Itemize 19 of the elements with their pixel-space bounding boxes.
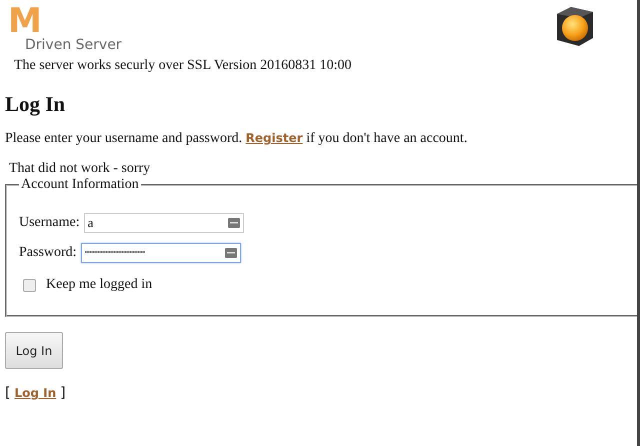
login-link[interactable]: Log In [14, 386, 56, 400]
remember-checkbox[interactable] [23, 278, 36, 292]
field-label: Password: [19, 245, 77, 261]
logo-text: Driven Server [25, 36, 122, 54]
intro-text: Please enter your username and password. Register if you don't have an account. [5, 131, 468, 147]
keyboard-icon [224, 248, 237, 258]
login-button[interactable]: Log In [5, 332, 63, 369]
keyboard-icon [228, 218, 240, 228]
error-message: That did not work - sorry [9, 161, 152, 177]
tagline: The server works securly over SSL Version 20160831 10:00 [14, 58, 353, 74]
bracket: [ [5, 385, 10, 401]
register-link[interactable]: Register [246, 131, 303, 145]
checkbox-label: Keep me logged in [46, 277, 152, 293]
username-field[interactable]: a [84, 213, 244, 233]
bracket: ] [60, 385, 66, 401]
field-label: Username: [19, 215, 80, 231]
page-title: Log In [5, 92, 66, 117]
logo-letter: M [8, 6, 42, 36]
fieldset-legend: Account Information [19, 177, 141, 193]
